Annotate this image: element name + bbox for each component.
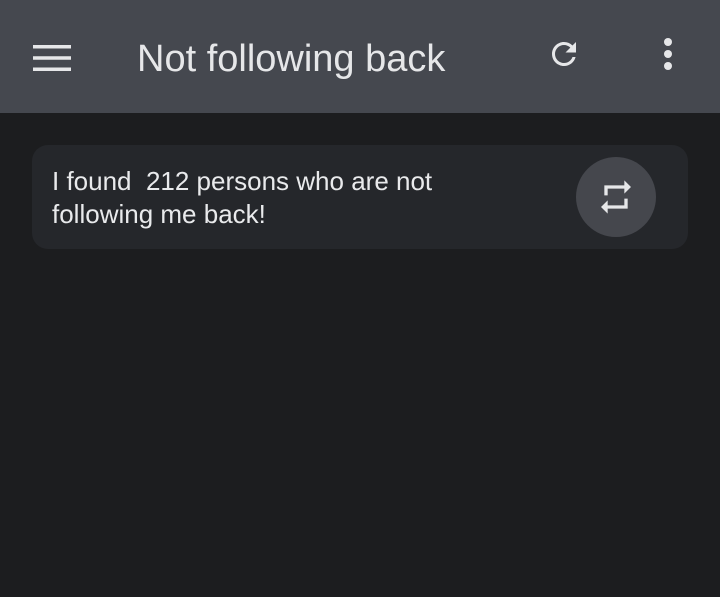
app-screen: Not following back I found 212 persons w… [0,0,720,597]
more-options-button[interactable] [640,26,696,82]
more-vertical-icon [663,37,673,71]
page-title: Not following back [137,38,446,80]
result-card: I found 212 persons who are not following… [32,145,688,249]
repeat-icon [596,177,636,217]
refresh-button[interactable] [534,26,594,82]
refresh-icon [546,36,582,72]
result-message-line-1: I found 212 persons who are not [52,166,433,196]
result-message: I found 212 persons who are not following… [52,165,522,231]
app-toolbar: Not following back [0,0,720,113]
hamburger-menu-icon [33,44,71,72]
menu-button[interactable] [20,30,84,86]
repeat-button[interactable] [576,157,656,237]
result-message-line-2: following me back! [52,199,266,229]
